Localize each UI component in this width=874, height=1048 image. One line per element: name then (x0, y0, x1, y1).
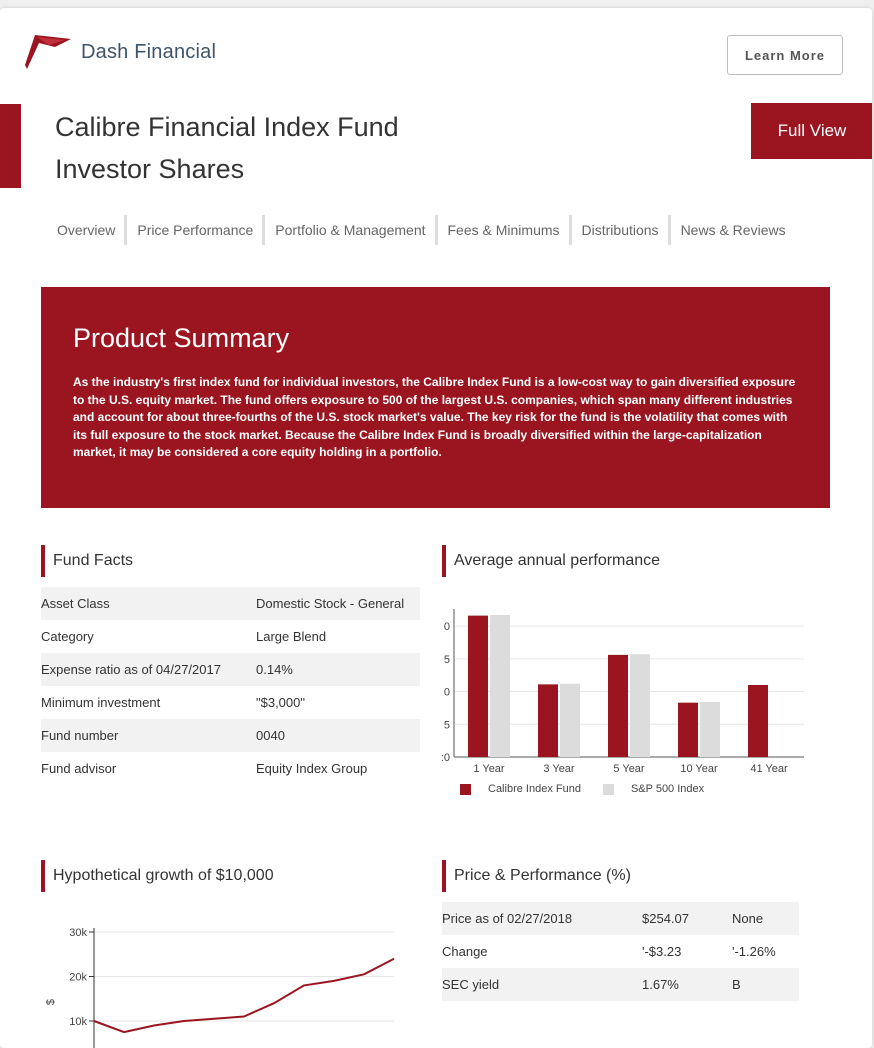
legend-item-fund: Calibre Index Fund (460, 783, 581, 795)
legend-swatch-fund (460, 783, 471, 795)
table-cell: Expense ratio as of 04/27/2017 (41, 653, 256, 686)
table-row: Change '-$3.23 '-1.26% (442, 935, 799, 968)
table-cell: Asset Class (41, 587, 256, 620)
tab-distributions[interactable]: Distributions (568, 215, 667, 245)
bar-index (700, 702, 720, 757)
table-cell: Change (442, 944, 488, 959)
table-cell: "$3,000" (256, 695, 305, 710)
table-row: Asset Class Domestic Stock - General (41, 587, 420, 620)
legend-label-fund: Calibre Index Fund (488, 783, 581, 795)
table-cell: Equity Index Group (256, 761, 368, 776)
y-tick-label: 20k (69, 972, 87, 984)
legend-item-index: S&P 500 Index (602, 783, 705, 795)
table-row: SEC yield 1.67% B (442, 968, 799, 1001)
y-tick-label: 30k (69, 927, 87, 939)
title-accent-bar (0, 104, 21, 188)
fund-facts-title: Fund Facts (41, 545, 133, 577)
bar-fund (608, 654, 628, 757)
x-tick-label: 1 Year (473, 763, 505, 772)
x-tick-label: 10 Year (680, 763, 718, 772)
y-tick-label: 0 (444, 687, 450, 699)
table-cell: 0040 (256, 719, 420, 752)
table-cell: B (732, 968, 799, 1001)
brand-name: Dash Financial (81, 40, 217, 63)
bar-index (630, 654, 650, 757)
learn-more-button[interactable]: Learn More (727, 35, 843, 75)
table-cell: SEC yield (442, 968, 642, 1001)
tab-overview[interactable]: Overview (49, 215, 123, 245)
legend-label-index: S&P 500 Index (630, 783, 705, 795)
table-cell: $254.07 (642, 902, 732, 935)
bar-fund (538, 684, 558, 757)
fund-facts-table: Asset Class Domestic Stock - General Categ… (41, 587, 420, 785)
table-cell: '-1.26% (732, 944, 776, 959)
table-cell: Fund number (41, 719, 256, 752)
table-row: Category Large Blend (41, 620, 420, 653)
table-cell: Fund advisor (41, 761, 117, 776)
y-tick-label: :0 (441, 752, 450, 764)
section-tabs: Overview Price Performance Portfolio & M… (49, 215, 794, 245)
table-row: Minimum investment "$3,000" (41, 686, 420, 719)
bar-fund (678, 702, 698, 757)
bar-fund (748, 685, 768, 757)
x-tick-label: 3 Year (543, 763, 575, 772)
performance-bar-chart: :0 5 0 5 0 1 Year 3 Year 5 Year 10 Year 41 Year (441, 609, 804, 772)
tab-price-performance[interactable]: Price Performance (124, 215, 261, 245)
performance-legend: Calibre Index Fund S&P 500 Index (460, 783, 726, 795)
x-tick-label: 41 Year (750, 763, 788, 772)
performance-title: Average annual performance (442, 545, 660, 577)
table-cell: 1.67% (642, 968, 732, 1001)
fund-title: Calibre Financial Index Fund Investor Sh… (55, 106, 399, 190)
y-tick-label: 5 (444, 654, 450, 666)
table-row: Fund advisor Equity Index Group (41, 752, 420, 785)
table-cell: Price as of 02/27/2018 (442, 902, 642, 935)
brand-logo[interactable]: Dash Financial (25, 35, 216, 69)
tab-portfolio-management[interactable]: Portfolio & Management (262, 215, 433, 245)
y-tick-label: 10k (69, 1016, 87, 1028)
bar-index (490, 614, 510, 757)
table-cell: 0.14% (256, 653, 420, 686)
product-summary: Product Summary As the industry's first … (41, 287, 830, 508)
brand-flag-icon (25, 35, 71, 69)
table-row: Price as of 02/27/2018 $254.07 None (442, 902, 799, 935)
y-tick-label: 5 (444, 719, 450, 731)
y-axis-label: $ (45, 999, 57, 1005)
tab-fees-minimums[interactable]: Fees & Minimums (434, 215, 568, 245)
tab-news-reviews[interactable]: News & Reviews (667, 215, 794, 245)
product-summary-body: As the industry's first index fund for i… (73, 375, 796, 459)
bar-fund (468, 615, 488, 757)
product-summary-title: Product Summary (73, 323, 290, 353)
fund-page: Dash Financial Learn More Calibre Financ… (0, 8, 872, 1048)
full-view-button[interactable]: Full View (751, 103, 872, 159)
x-tick-label: 5 Year (613, 763, 645, 772)
table-cell: Large Blend (256, 629, 327, 644)
table-row: Fund number 0040 (41, 719, 420, 752)
table-cell: None (732, 902, 799, 935)
table-row: Expense ratio as of 04/27/2017 0.14% (41, 653, 420, 686)
growth-line-chart: 10k 20k 30k $ (45, 927, 395, 1048)
fund-title-line-1: Calibre Financial Index Fund (55, 112, 399, 142)
legend-swatch-index (602, 783, 614, 795)
fund-title-line-2: Investor Shares (55, 154, 245, 184)
price-performance-table: Price as of 02/27/2018 $254.07 None Change '… (442, 902, 799, 1001)
table-cell: '-$3.23 (642, 944, 682, 959)
bar-index (560, 683, 580, 757)
table-cell: Minimum investment (41, 695, 161, 710)
table-cell: Domestic Stock - General (256, 587, 420, 620)
price-performance-title: Price & Performance (%) (442, 860, 631, 892)
y-tick-label: 0 (444, 621, 450, 633)
table-cell: Category (41, 629, 94, 644)
growth-title: Hypothetical growth of $10,000 (41, 860, 274, 892)
